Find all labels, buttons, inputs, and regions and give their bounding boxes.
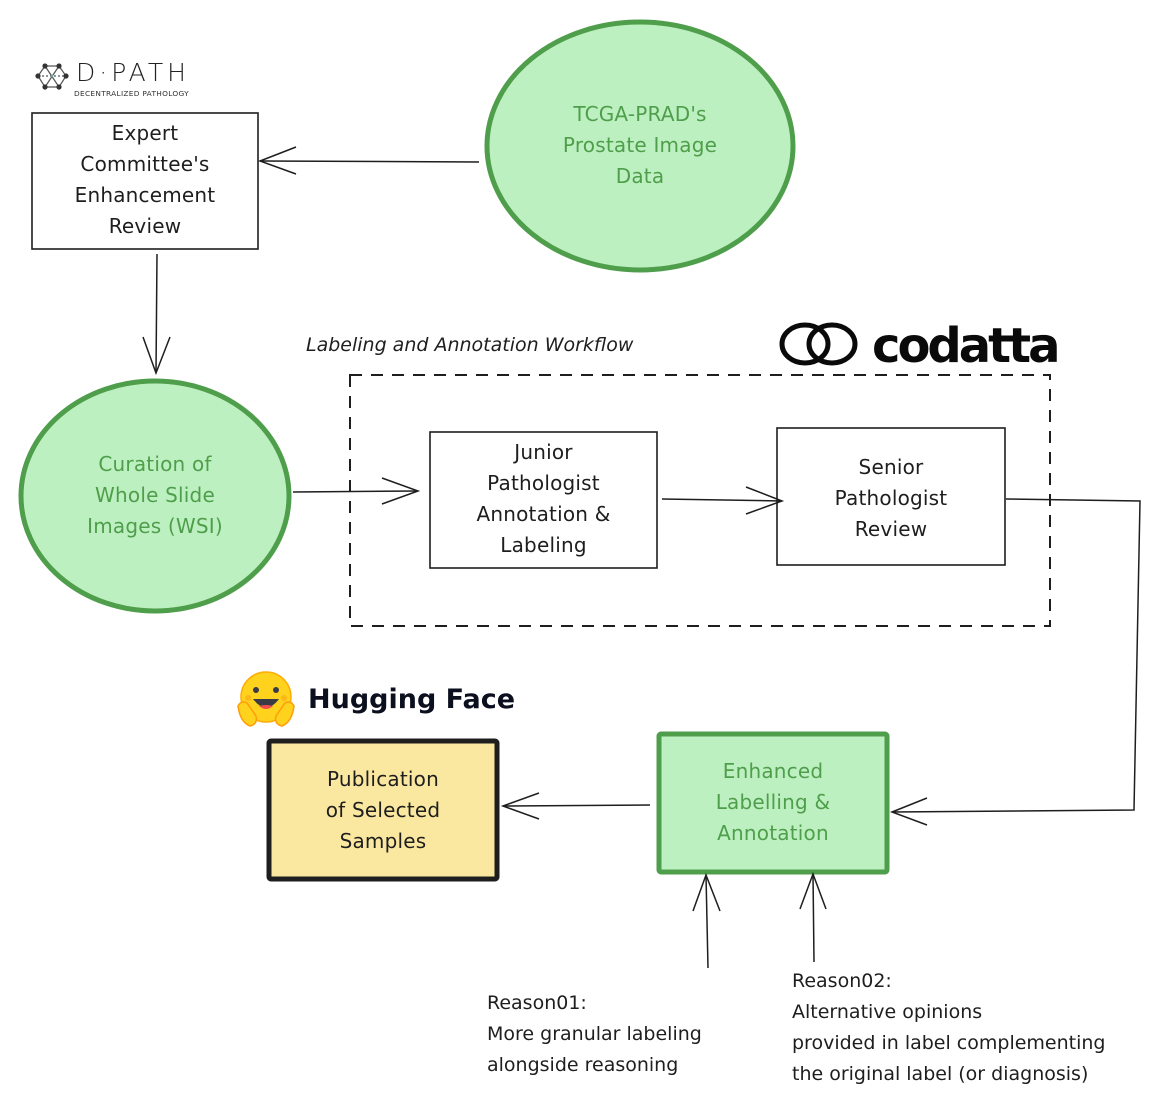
reason01-note: Reason01: More granular labeling alongsi… — [487, 992, 702, 1076]
publication-node-label: Publication of Selected Samples — [325, 766, 441, 853]
edge-reason02-to-enhanced — [799, 871, 827, 963]
hugging-face-emoji-icon — [237, 671, 295, 727]
dpath-logo-tagline: DECENTRALIZED PATHOLOGY — [74, 89, 189, 98]
expert-node-label: Expert Committee's Enhancement Review — [74, 121, 216, 238]
edge-expert-to-curation — [142, 253, 171, 376]
curation-node-label: Curation of Whole Slide Images (WSI) — [87, 451, 223, 538]
junior-node-label: Junior Pathologist Annotation & Labeling — [476, 440, 611, 557]
edge-enhanced-to-publication — [500, 792, 651, 820]
tcga-node-label: TCGA-PRAD's Prostate Image Data — [562, 101, 718, 188]
edge-tcga-to-expert — [257, 146, 480, 175]
dpath-logo-name: D·PATH — [76, 58, 190, 87]
codatta-logo-name: codatta — [872, 318, 1060, 374]
senior-node-label: Senior Pathologist Review — [834, 454, 948, 541]
workflow-group-label: Labeling and Annotation Workflow — [306, 334, 634, 356]
reason02-note: Reason02: Alternative opinions provided … — [792, 970, 1106, 1085]
hugging-face-logo-name: Hugging Face — [308, 684, 516, 715]
dpath-logo: D·PATH DECENTRALIZED PATHOLOGY — [32, 58, 212, 102]
edge-reason01-to-enhanced — [692, 872, 721, 969]
edge-junior-to-senior — [661, 486, 785, 515]
enhanced-node-label: Enhanced Labelling & Annotation — [715, 758, 831, 845]
codatta-logo-icon — [779, 322, 858, 366]
edge-curation-to-junior — [292, 477, 421, 505]
